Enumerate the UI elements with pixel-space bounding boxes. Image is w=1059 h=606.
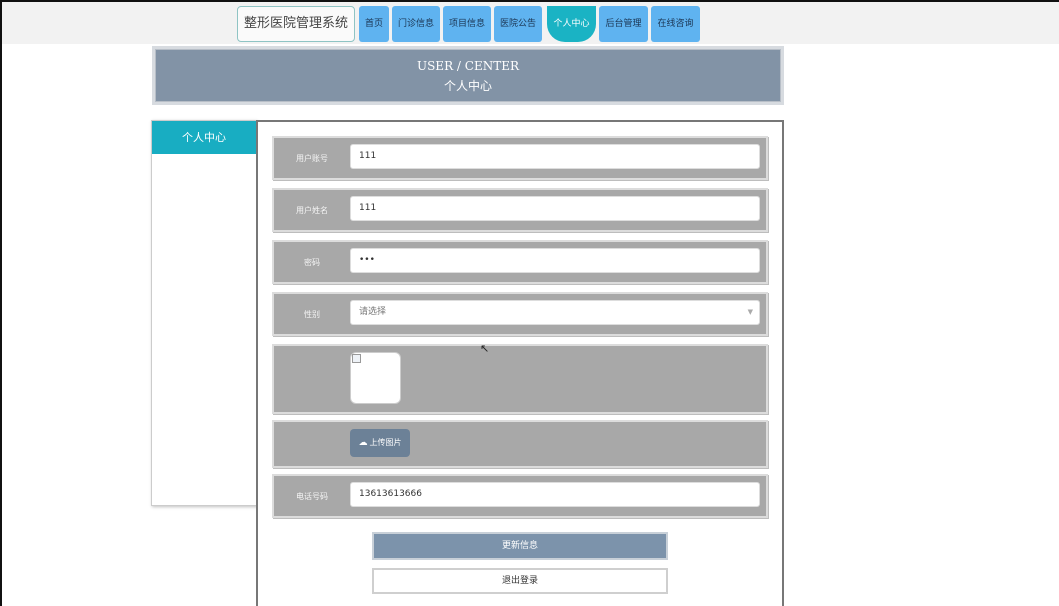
account-label: 用户账号 — [296, 153, 328, 163]
nav-clinic-info[interactable]: 门诊信息 — [392, 6, 440, 42]
nav-personal-center[interactable]: 个人中心 — [547, 6, 596, 42]
logout-button[interactable]: 退出登录 — [372, 568, 668, 594]
form-row-avatar — [272, 344, 768, 414]
nav-project-info[interactable]: 项目信息 — [443, 6, 491, 42]
password-input[interactable]: ••• — [350, 248, 760, 273]
sidebar-item-personal-center[interactable]: 个人中心 — [152, 121, 256, 154]
banner-title-cn: 个人中心 — [443, 79, 492, 93]
form-row-phone: 电话号码 13613613666 — [272, 474, 768, 518]
upload-image-button[interactable]: ☁ 上传图片 — [350, 429, 410, 457]
gender-label: 性别 — [304, 309, 320, 319]
gender-select[interactable]: 请选择 ▼ — [350, 300, 760, 325]
nav-home[interactable]: 首页 — [359, 6, 389, 42]
form-row-gender: 性别 请选择 ▼ — [272, 292, 768, 336]
mouse-cursor-icon: ↖ — [480, 342, 490, 355]
upload-button-label: 上传图片 — [369, 438, 402, 447]
update-info-button[interactable]: 更新信息 — [372, 532, 668, 560]
form-row-account: 用户账号 111 — [272, 136, 768, 180]
nav-admin[interactable]: 后台管理 — [599, 6, 648, 42]
gender-select-value: 请选择 — [359, 307, 387, 317]
phone-label: 电话号码 — [296, 491, 328, 501]
cloud-upload-icon: ☁ — [358, 438, 368, 448]
sidebar: 个人中心 — [151, 120, 257, 506]
site-brand[interactable]: 整形医院管理系统 — [237, 6, 355, 42]
top-nav-bar: 整形医院管理系统 首页 门诊信息 项目信息 医院公告 个人中心 后台管理 在线咨… — [2, 2, 1059, 44]
form-row-upload: ☁ 上传图片 — [272, 420, 768, 468]
broken-image-icon — [352, 354, 361, 363]
phone-input[interactable]: 13613613666 — [350, 482, 760, 507]
page-banner: USER / CENTER 个人中心 — [152, 46, 784, 105]
profile-form-panel: 用户账号 111 用户姓名 111 密码 ••• 性别 请选择 ▼ ☁ 上传图片 … — [256, 120, 784, 606]
account-input[interactable]: 111 — [350, 144, 760, 169]
form-row-password: 密码 ••• — [272, 240, 768, 284]
banner-title-en: USER / CENTER — [416, 59, 520, 73]
form-row-name: 用户姓名 111 — [272, 188, 768, 232]
nav-online-consult[interactable]: 在线咨询 — [651, 6, 700, 42]
name-input[interactable]: 111 — [350, 196, 760, 221]
chevron-down-icon: ▼ — [747, 308, 753, 316]
nav-hospital-notice[interactable]: 医院公告 — [494, 6, 542, 42]
password-label: 密码 — [304, 257, 320, 267]
avatar-image — [350, 352, 401, 404]
name-label: 用户姓名 — [296, 205, 328, 215]
